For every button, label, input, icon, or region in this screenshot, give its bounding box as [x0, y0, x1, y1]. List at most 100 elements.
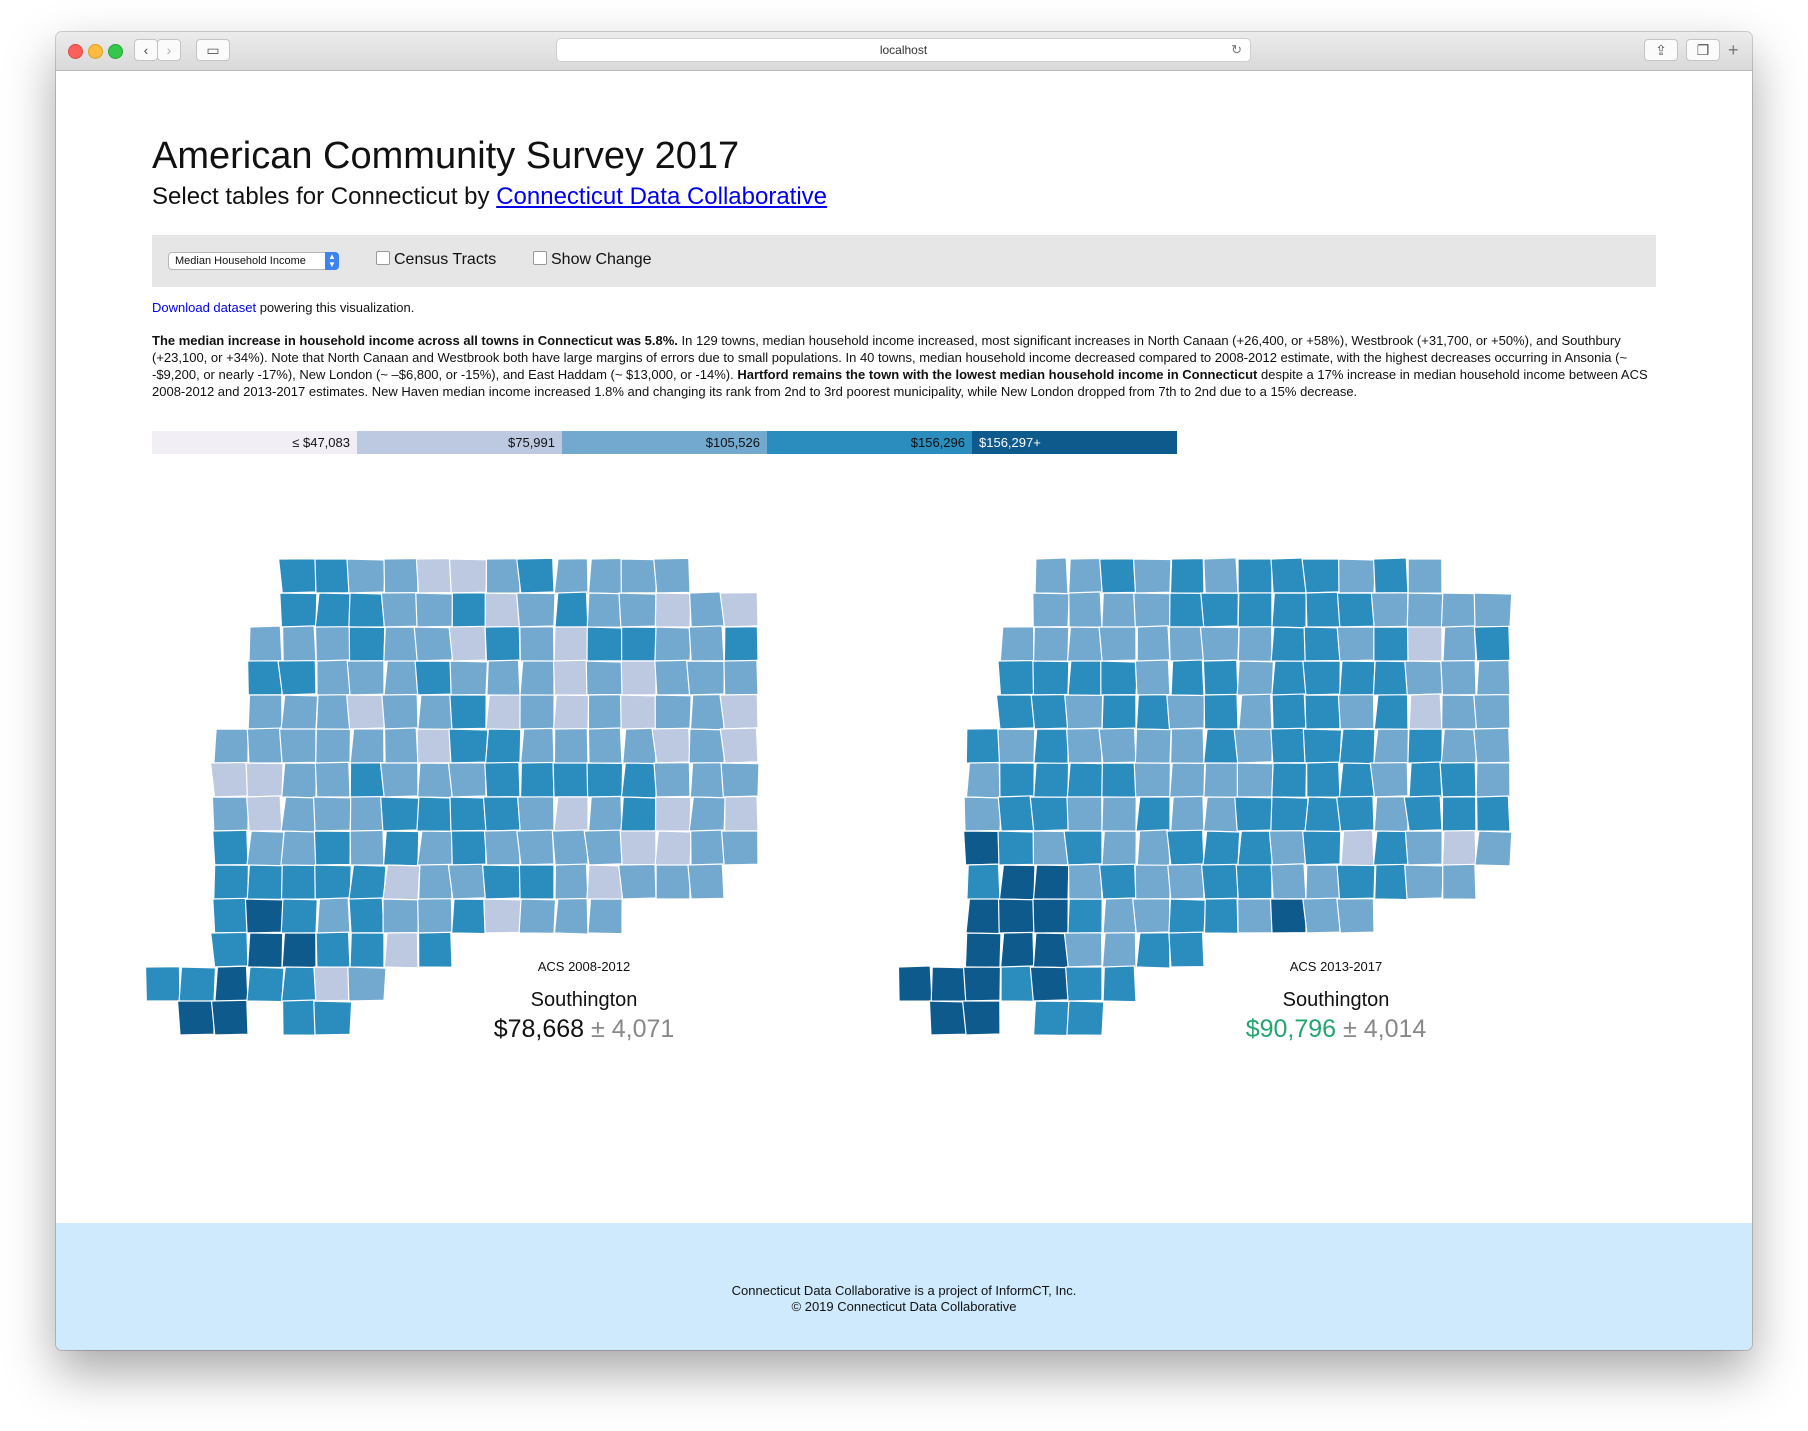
- town-shape[interactable]: [1068, 557, 1103, 595]
- town-shape[interactable]: [246, 830, 285, 867]
- town-shape[interactable]: [654, 626, 693, 662]
- town-shape[interactable]: [315, 931, 351, 968]
- town-shape[interactable]: [1336, 864, 1376, 900]
- town-shape[interactable]: [1442, 625, 1477, 663]
- town-shape[interactable]: [281, 932, 317, 969]
- town-shape[interactable]: [1134, 728, 1172, 764]
- town-shape[interactable]: [620, 660, 657, 696]
- town-shape[interactable]: [248, 625, 283, 663]
- town-shape[interactable]: [281, 625, 317, 662]
- town-shape[interactable]: [1066, 1000, 1105, 1036]
- town-shape[interactable]: [447, 762, 487, 798]
- town-shape[interactable]: [620, 558, 658, 594]
- town-shape[interactable]: [585, 660, 625, 696]
- town-shape[interactable]: [1030, 693, 1069, 730]
- town-shape[interactable]: [1029, 796, 1069, 832]
- town-shape[interactable]: [416, 830, 454, 867]
- town-shape[interactable]: [618, 592, 659, 628]
- town-shape[interactable]: [348, 592, 387, 628]
- town-shape[interactable]: [482, 796, 521, 832]
- town-shape[interactable]: [448, 558, 488, 594]
- town-shape[interactable]: [1067, 660, 1103, 697]
- town-shape[interactable]: [246, 932, 284, 969]
- town-shape[interactable]: [1135, 796, 1171, 833]
- town-shape[interactable]: [486, 659, 521, 697]
- town-shape[interactable]: [314, 558, 351, 594]
- town-shape[interactable]: [519, 727, 555, 765]
- town-shape[interactable]: [720, 830, 759, 866]
- town-shape[interactable]: [930, 966, 968, 1002]
- town-shape[interactable]: [620, 694, 659, 730]
- town-shape[interactable]: [280, 796, 319, 833]
- town-shape[interactable]: [1270, 727, 1307, 764]
- town-shape[interactable]: [1373, 796, 1409, 833]
- town-shape[interactable]: [654, 796, 692, 832]
- town-shape[interactable]: [245, 795, 283, 832]
- town-shape[interactable]: [1066, 727, 1103, 764]
- town-shape[interactable]: [1373, 626, 1409, 662]
- town-shape[interactable]: [1475, 762, 1511, 798]
- back-icon[interactable]: ‹: [134, 39, 158, 61]
- town-shape[interactable]: [415, 557, 453, 594]
- town-shape[interactable]: [1134, 864, 1172, 900]
- town-shape[interactable]: [278, 728, 317, 764]
- town-shape[interactable]: [553, 727, 589, 764]
- town-shape[interactable]: [1169, 727, 1205, 765]
- town-shape[interactable]: [1235, 864, 1273, 900]
- town-shape[interactable]: [1167, 863, 1205, 900]
- town-shape[interactable]: [587, 693, 623, 730]
- town-shape[interactable]: [314, 761, 351, 798]
- town-shape[interactable]: [212, 829, 249, 866]
- town-shape[interactable]: [1000, 965, 1035, 1002]
- town-shape[interactable]: [277, 659, 317, 696]
- town-shape[interactable]: [1440, 592, 1478, 628]
- town-shape[interactable]: [1407, 728, 1443, 764]
- town-shape[interactable]: [1338, 660, 1376, 697]
- town-shape[interactable]: [1301, 830, 1342, 866]
- town-shape[interactable]: [383, 626, 419, 663]
- town-shape[interactable]: [1372, 660, 1410, 696]
- town-shape[interactable]: [997, 795, 1035, 832]
- town-shape[interactable]: [382, 898, 421, 934]
- town-shape[interactable]: [416, 728, 454, 764]
- town-shape[interactable]: [315, 694, 351, 731]
- town-shape[interactable]: [689, 762, 725, 799]
- town-shape[interactable]: [1135, 932, 1171, 969]
- town-shape[interactable]: [380, 592, 419, 628]
- town-shape[interactable]: [313, 966, 351, 1002]
- town-shape[interactable]: [1336, 898, 1375, 934]
- town-shape[interactable]: [1066, 762, 1104, 799]
- town-shape[interactable]: [414, 660, 454, 696]
- town-shape[interactable]: [518, 898, 557, 934]
- town-shape[interactable]: [1340, 829, 1375, 867]
- town-shape[interactable]: [1305, 864, 1341, 900]
- town-shape[interactable]: [965, 898, 1001, 935]
- town-shape[interactable]: [348, 626, 386, 662]
- town-shape[interactable]: [688, 728, 727, 764]
- town-shape[interactable]: [1132, 898, 1171, 934]
- town-shape[interactable]: [1134, 659, 1171, 696]
- town-shape[interactable]: [349, 762, 385, 798]
- town-shape[interactable]: [1269, 898, 1307, 934]
- town-shape[interactable]: [1474, 830, 1513, 867]
- town-shape[interactable]: [1270, 796, 1309, 832]
- town-shape[interactable]: [620, 626, 658, 662]
- address-bar[interactable]: localhost ↻: [556, 38, 1251, 62]
- town-shape[interactable]: [1406, 626, 1443, 662]
- town-shape[interactable]: [447, 863, 487, 900]
- town-shape[interactable]: [1200, 592, 1239, 628]
- town-shape[interactable]: [965, 728, 1001, 764]
- town-shape[interactable]: [244, 898, 285, 934]
- town-shape[interactable]: [719, 693, 759, 730]
- town-shape[interactable]: [280, 966, 318, 1003]
- town-shape[interactable]: [214, 965, 249, 1003]
- town-shape[interactable]: [1032, 864, 1070, 901]
- town-shape[interactable]: [1302, 897, 1341, 934]
- town-shape[interactable]: [1032, 626, 1070, 662]
- town-shape[interactable]: [519, 761, 555, 799]
- town-shape[interactable]: [315, 728, 352, 764]
- town-shape[interactable]: [212, 897, 249, 934]
- town-shape[interactable]: [450, 830, 487, 866]
- town-shape[interactable]: [1066, 796, 1103, 832]
- town-shape[interactable]: [382, 830, 420, 867]
